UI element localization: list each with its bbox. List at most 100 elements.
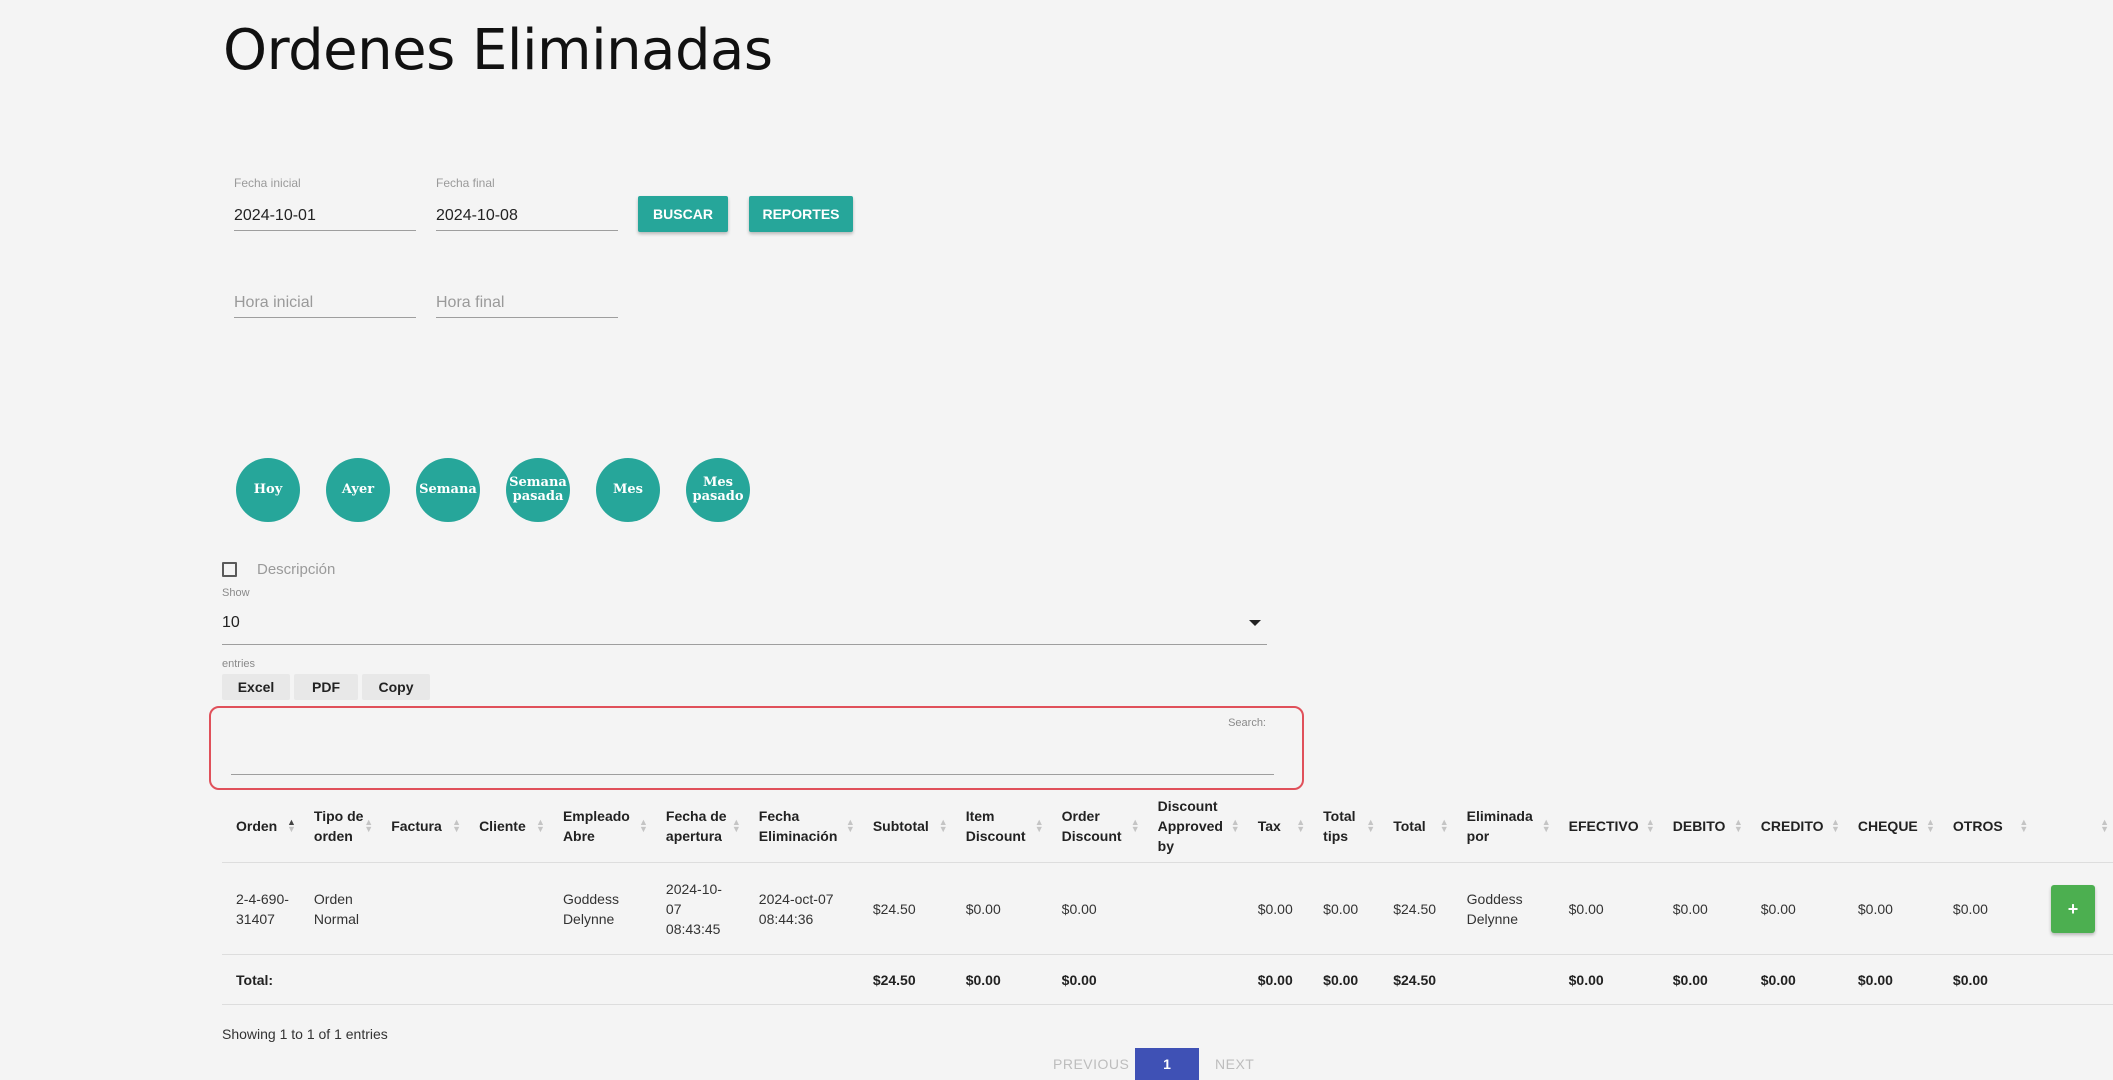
cell-otros: $0.00: [1938, 862, 2033, 955]
column-header-order-discount[interactable]: Order Discount ▲ ▼: [1047, 790, 1144, 863]
cell-cliente: [465, 862, 549, 955]
cell-orden: 2-4-690-31407: [222, 862, 300, 955]
sort-icon: ▲ ▼: [1645, 817, 1655, 834]
quick-range-semana-button[interactable]: Semana: [416, 458, 480, 522]
sort-icon: ▲ ▼: [1034, 817, 1044, 834]
pdf-export-button[interactable]: PDF: [294, 674, 358, 700]
cell-eliminada-por: Goddess Delynne: [1452, 862, 1555, 955]
table-row[interactable]: 2-4-690-31407 Orden Normal Goddess Delyn…: [222, 862, 2113, 955]
column-header-fecha-eliminacion[interactable]: Fecha Eliminación ▲ ▼: [744, 790, 859, 863]
cell-item-discount: $0.00: [951, 862, 1048, 955]
total-cell: [299, 954, 378, 1005]
sort-icon: ▲ ▼: [1439, 817, 1449, 834]
column-header-item-discount[interactable]: Item Discount ▲ ▼: [951, 790, 1048, 863]
quick-range-mes-pasado-button[interactable]: Mes pasado: [686, 458, 750, 522]
column-header-efectivo[interactable]: EFECTIVO ▲ ▼: [1554, 790, 1659, 863]
cell-debito: $0.00: [1658, 862, 1747, 955]
total-tips: $0.00: [1309, 954, 1380, 1005]
hora-final-field[interactable]: [436, 275, 618, 331]
sort-icon: ▲ ▼: [938, 817, 948, 834]
show-label: Show: [222, 587, 250, 599]
page-title: Ordenes Eliminadas: [223, 18, 773, 83]
column-header-total[interactable]: Total ▲ ▼: [1379, 790, 1453, 863]
page-1-button[interactable]: 1: [1135, 1048, 1199, 1080]
column-header-empleado-abre[interactable]: Empleado Abre ▲ ▼: [548, 790, 652, 863]
column-header-actions[interactable]: ▲ ▼: [2032, 790, 2113, 863]
entries-per-page-value: 10: [222, 614, 240, 631]
entries-label: entries: [222, 658, 256, 670]
column-header-tax[interactable]: Tax ▲ ▼: [1243, 790, 1310, 863]
cell-tipo-de-orden: Orden Normal: [299, 862, 378, 955]
cell-tax: $0.00: [1243, 862, 1310, 955]
column-header-orden[interactable]: Orden ▲ ▼: [222, 790, 300, 863]
cell-efectivo: $0.00: [1554, 862, 1659, 955]
reportes-button[interactable]: REPORTES: [749, 196, 853, 232]
total-cell: [744, 954, 859, 1005]
sort-icon: ▲ ▼: [1733, 817, 1743, 834]
deleted-orders-table: Orden ▲ ▼ Tipo de orden ▲ ▼ Factura ▲ ▼ Client…: [222, 790, 2113, 1005]
expand-row-button[interactable]: +: [2051, 884, 2095, 933]
column-header-credito[interactable]: CREDITO ▲ ▼: [1746, 790, 1844, 863]
column-header-eliminada-por[interactable]: Eliminada por ▲ ▼: [1452, 790, 1555, 863]
quick-range-hoy-button[interactable]: Hoy: [236, 458, 300, 522]
quick-range-semana-pasada-button[interactable]: Semana pasada: [506, 458, 570, 522]
hora-inicial-field[interactable]: [234, 275, 416, 331]
hora-inicial-input[interactable]: [234, 289, 416, 318]
total-total: $24.50: [1379, 954, 1453, 1005]
quick-range-mes-button[interactable]: Mes: [596, 458, 660, 522]
search-input[interactable]: [231, 734, 1274, 775]
buscar-button[interactable]: BUSCAR: [638, 196, 728, 232]
column-header-subtotal[interactable]: Subtotal ▲ ▼: [858, 790, 952, 863]
fecha-final-input[interactable]: [436, 202, 618, 231]
column-header-otros[interactable]: OTROS ▲ ▼: [1938, 790, 2033, 863]
total-cell: [1452, 954, 1555, 1005]
quick-range-ayer-button[interactable]: Ayer: [326, 458, 390, 522]
total-cell: [1143, 954, 1244, 1005]
column-header-cliente[interactable]: Cliente ▲ ▼: [465, 790, 549, 863]
column-header-tipo-de-orden[interactable]: Tipo de orden ▲ ▼: [299, 790, 378, 863]
column-header-fecha-de-apertura[interactable]: Fecha de apertura ▲ ▼: [651, 790, 745, 863]
sort-ascending-icon: ▲ ▼: [286, 817, 296, 834]
descripcion-checkbox[interactable]: [222, 562, 237, 577]
entries-per-page-select[interactable]: 10: [222, 612, 1267, 645]
column-header-discount-approved-by[interactable]: Discount Approved by ▲ ▼: [1143, 790, 1244, 863]
total-efectivo: $0.00: [1554, 954, 1659, 1005]
next-page-button[interactable]: NEXT: [1215, 1056, 1254, 1072]
descripcion-label: Descripción: [257, 561, 336, 578]
sort-icon: ▲ ▼: [2100, 817, 2109, 834]
sort-icon: ▲ ▼: [1366, 817, 1376, 834]
fecha-inicial-field[interactable]: Fecha inicial: [234, 176, 416, 232]
total-item-discount: $0.00: [951, 954, 1048, 1005]
column-header-debito[interactable]: DEBITO ▲ ▼: [1658, 790, 1747, 863]
sort-icon: ▲ ▼: [536, 817, 545, 834]
total-cell: [651, 954, 745, 1005]
total-tax: $0.00: [1243, 954, 1310, 1005]
sort-icon: ▲ ▼: [452, 817, 462, 834]
total-order-discount: $0.00: [1047, 954, 1144, 1005]
cell-discount-approved-by: [1143, 862, 1244, 955]
copy-export-button[interactable]: Copy: [362, 674, 430, 700]
previous-page-button[interactable]: PREVIOUS: [1053, 1056, 1129, 1072]
column-header-cheque[interactable]: CHEQUE ▲ ▼: [1843, 790, 1939, 863]
sort-icon: ▲ ▼: [845, 817, 855, 834]
total-cheque: $0.00: [1843, 954, 1939, 1005]
column-header-total-tips[interactable]: Total tips ▲ ▼: [1309, 790, 1380, 863]
cell-empleado-abre: Goddess Delynne: [548, 862, 652, 955]
total-cell: [548, 954, 652, 1005]
totals-row: Total: $24.50 $0.00 $0.00 $0.00 $0.00 $2…: [222, 954, 2113, 1005]
sort-icon: ▲ ▼: [731, 817, 741, 834]
search-area: Search:: [209, 706, 1304, 790]
cell-cheque: $0.00: [1843, 862, 1939, 955]
excel-export-button[interactable]: Excel: [222, 674, 290, 700]
hora-final-input[interactable]: [436, 289, 618, 318]
total-credito: $0.00: [1746, 954, 1844, 1005]
cell-order-discount: $0.00: [1047, 862, 1144, 955]
column-header-factura[interactable]: Factura ▲ ▼: [377, 790, 466, 863]
cell-credito: $0.00: [1746, 862, 1844, 955]
sort-icon: ▲ ▼: [2019, 817, 2029, 834]
fecha-final-field[interactable]: Fecha final: [436, 176, 618, 232]
fecha-inicial-input[interactable]: [234, 202, 416, 231]
descripcion-checkbox-row[interactable]: Descripción: [222, 561, 335, 578]
cell-factura: [377, 862, 466, 955]
cell-subtotal: $24.50: [858, 862, 952, 955]
